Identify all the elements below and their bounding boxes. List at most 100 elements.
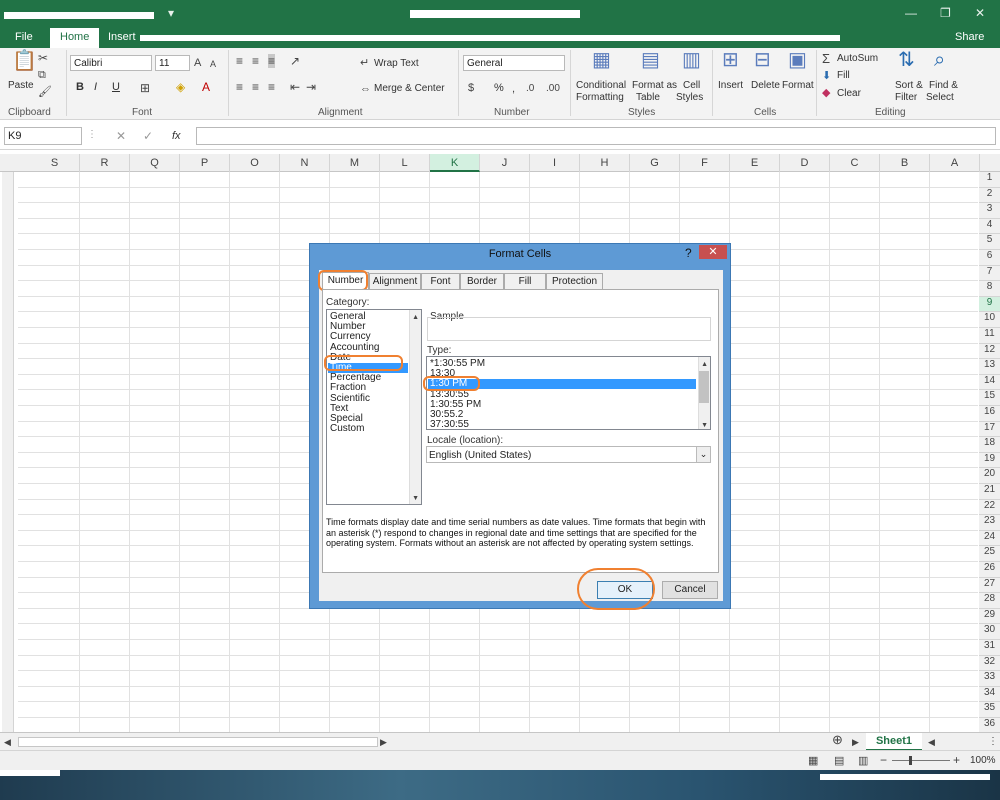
row-header-12[interactable]: 12: [979, 343, 1000, 360]
close-window-icon[interactable]: ✕: [975, 6, 985, 20]
category-scrollbar[interactable]: [409, 310, 421, 504]
sort-filter-icon[interactable]: ⇅: [898, 50, 915, 70]
accounting-format-icon[interactable]: $: [468, 81, 474, 95]
fill-color-icon[interactable]: ◈: [176, 80, 185, 94]
cell-styles-icon[interactable]: ▥: [682, 50, 701, 70]
font-name-box[interactable]: Calibri: [70, 55, 152, 71]
column-header-r[interactable]: R: [80, 154, 130, 172]
column-header-g[interactable]: G: [630, 154, 680, 172]
tab-fill[interactable]: Fill: [504, 273, 546, 289]
align-center-icon[interactable]: ≡: [252, 80, 259, 94]
minimize-icon[interactable]: —: [905, 6, 917, 20]
wrap-text-button[interactable]: Wrap Text: [374, 58, 419, 69]
row-header-4[interactable]: 4: [979, 218, 1000, 235]
share-button[interactable]: Share: [955, 31, 984, 43]
row-header-15[interactable]: 15: [979, 390, 1000, 406]
row-header-9[interactable]: 9: [979, 296, 1000, 313]
underline-button[interactable]: U: [112, 81, 120, 93]
scroll-left-icon[interactable]: ◀: [4, 735, 11, 749]
locale-dropdown-icon[interactable]: ⌄: [696, 447, 710, 462]
italic-button[interactable]: I: [94, 81, 97, 93]
scroll-right-icon[interactable]: ▶: [380, 735, 387, 749]
cancel-entry-icon[interactable]: ✕: [116, 129, 126, 143]
normal-view-icon[interactable]: ▦: [808, 754, 818, 768]
confirm-entry-icon[interactable]: ✓: [143, 129, 153, 143]
cell-styles-label[interactable]: Cell: [683, 80, 700, 91]
align-middle-icon[interactable]: ≡: [252, 54, 259, 68]
delete-cells-icon[interactable]: ⊟: [754, 50, 771, 70]
column-header-i[interactable]: I: [530, 154, 580, 172]
column-header-s[interactable]: S: [30, 154, 80, 172]
borders-icon[interactable]: ⊞: [140, 81, 150, 95]
new-sheet-icon[interactable]: ⊕: [832, 733, 843, 747]
row-header-31[interactable]: 31: [979, 640, 1000, 656]
name-box[interactable]: K9: [4, 127, 82, 145]
type-item[interactable]: 37:30:55: [430, 420, 469, 430]
row-header-34[interactable]: 34: [979, 686, 1000, 703]
sort-filter-label[interactable]: Sort &: [895, 80, 923, 91]
copy-icon[interactable]: ⧉: [38, 68, 46, 82]
row-header-10[interactable]: 10: [979, 312, 1000, 328]
column-header-j[interactable]: J: [480, 154, 530, 172]
page-break-icon[interactable]: ▥: [858, 754, 868, 768]
row-header-28[interactable]: 28: [979, 593, 1000, 609]
tab-border[interactable]: Border: [460, 273, 504, 289]
category-scroll-up-icon[interactable]: ▲: [412, 311, 419, 325]
comma-style-icon[interactable]: ,: [512, 82, 515, 96]
find-select-label-2[interactable]: Select: [926, 92, 954, 103]
paste-icon[interactable]: 📋: [12, 51, 37, 71]
category-scroll-down-icon[interactable]: ▼: [412, 492, 419, 506]
row-header-7[interactable]: 7: [979, 265, 1000, 282]
row-header-18[interactable]: 18: [979, 437, 1000, 453]
row-header-23[interactable]: 23: [979, 515, 1000, 531]
row-header-36[interactable]: 36: [979, 718, 1000, 732]
format-cells-icon[interactable]: ▣: [788, 50, 807, 70]
column-header-n[interactable]: N: [280, 154, 330, 172]
row-header-13[interactable]: 13: [979, 359, 1000, 375]
row-header-27[interactable]: 27: [979, 577, 1000, 594]
insert-cells-button[interactable]: Insert: [718, 80, 743, 91]
grow-font-icon[interactable]: A: [194, 56, 201, 70]
row-header-30[interactable]: 30: [979, 624, 1000, 640]
type-scroll-down-icon[interactable]: ▼: [701, 419, 708, 433]
fill-button[interactable]: Fill: [837, 70, 850, 81]
find-select-label[interactable]: Find &: [929, 80, 958, 91]
row-header-2[interactable]: 2: [979, 187, 1000, 204]
type-scroll-up-icon[interactable]: ▲: [701, 358, 708, 372]
row-header-33[interactable]: 33: [979, 671, 1000, 687]
align-top-icon[interactable]: ≡: [236, 54, 243, 68]
tab-file[interactable]: File: [15, 31, 33, 43]
cancel-button[interactable]: Cancel: [662, 581, 718, 599]
conditional-formatting-icon[interactable]: ▦: [592, 50, 611, 70]
type-list[interactable]: *1:30:55 PM 13:30 1:30 PM 13:30:55 1:30:55 P…: [426, 356, 711, 430]
category-item-custom[interactable]: Custom: [330, 424, 364, 434]
cell-styles-label-2[interactable]: Styles: [676, 92, 703, 103]
autosum-icon[interactable]: Σ: [822, 52, 830, 66]
row-header-3[interactable]: 3: [979, 203, 1000, 219]
column-header-d[interactable]: D: [780, 154, 830, 172]
column-header-f[interactable]: F: [680, 154, 730, 172]
delete-cells-button[interactable]: Delete: [751, 80, 780, 91]
zoom-level[interactable]: 100%: [970, 755, 996, 766]
align-left-icon[interactable]: ≡: [236, 80, 243, 94]
indent-decrease-icon[interactable]: ⇤: [290, 80, 300, 94]
qat-dropdown-icon[interactable]: ▾: [168, 6, 174, 20]
increase-decimal-icon[interactable]: .0: [526, 82, 534, 96]
help-icon[interactable]: ?: [685, 246, 692, 260]
row-header-19[interactable]: 19: [979, 452, 1000, 469]
category-item-currency[interactable]: Currency: [330, 332, 371, 342]
row-header-14[interactable]: 14: [979, 374, 1000, 391]
conditional-formatting-label[interactable]: Conditional: [576, 80, 626, 91]
zoom-out-icon[interactable]: −: [880, 753, 887, 767]
cut-icon[interactable]: ✂: [38, 51, 48, 65]
number-format-box[interactable]: General: [463, 55, 565, 71]
row-header-5[interactable]: 5: [979, 234, 1000, 250]
tab-home[interactable]: Home: [50, 28, 100, 48]
column-header-k[interactable]: K: [430, 154, 480, 172]
tab-alignment[interactable]: Alignment: [369, 273, 421, 289]
row-header-35[interactable]: 35: [979, 702, 1000, 718]
row-header-16[interactable]: 16: [979, 406, 1000, 422]
sort-filter-label-2[interactable]: Filter: [895, 92, 917, 103]
format-as-table-label-2[interactable]: Table: [636, 92, 660, 103]
row-header-22[interactable]: 22: [979, 499, 1000, 516]
